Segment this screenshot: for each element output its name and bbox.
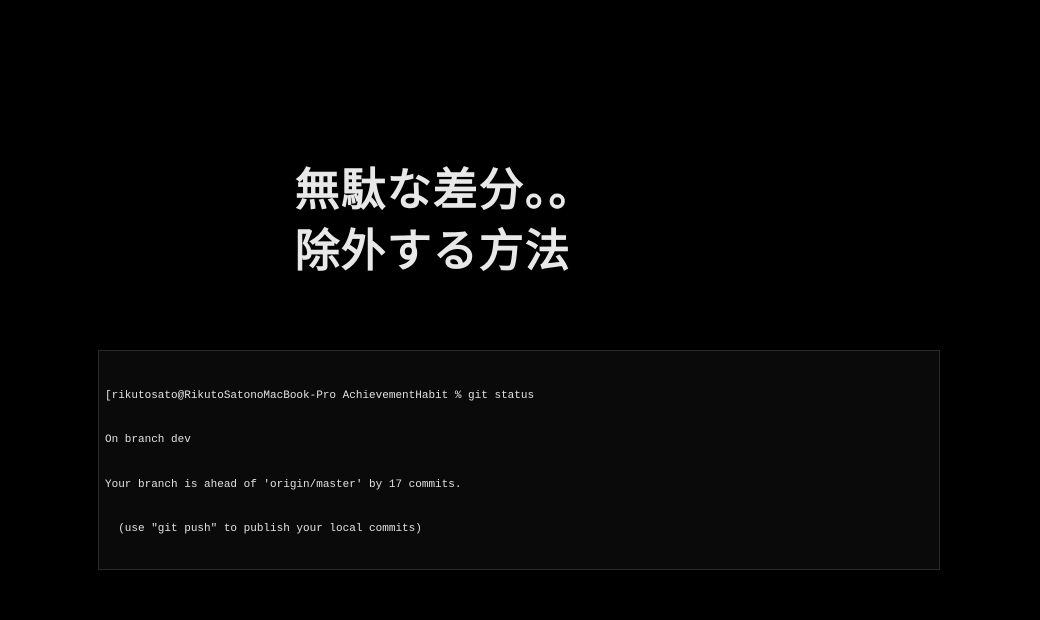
headline-line1: 無駄な差分。。 <box>295 160 595 221</box>
terminal-window[interactable]: [rikutosato@RikutoSatonoMacBook-Pro Achi… <box>98 350 940 570</box>
headline-text: 無駄な差分。。 除外する方法 <box>295 160 595 282</box>
terminal-output-line: (use "git push" to publish your local co… <box>105 522 933 537</box>
terminal-prompt-line: [rikutosato@RikutoSatonoMacBook-Pro Achi… <box>105 389 933 404</box>
terminal-output-line: On branch dev <box>105 433 933 448</box>
headline-line2: 除外する方法 <box>295 221 595 282</box>
terminal-output-line: Your branch is ahead of 'origin/master' … <box>105 478 933 493</box>
